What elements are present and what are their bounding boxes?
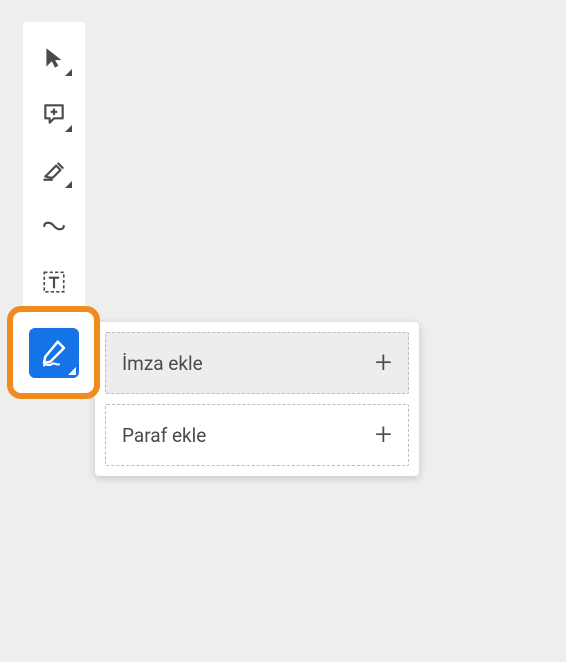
text-select-icon — [41, 269, 67, 295]
plus-icon: + — [375, 420, 392, 450]
option-label: İmza ekle — [122, 352, 203, 375]
text-select-tool[interactable] — [30, 258, 78, 306]
draw-tool[interactable] — [30, 202, 78, 250]
highlight-tool[interactable] — [30, 146, 78, 194]
expand-corner-icon — [65, 69, 72, 76]
sign-tool[interactable] — [29, 328, 79, 378]
vertical-toolbar — [23, 22, 85, 318]
option-label: Paraf ekle — [122, 424, 206, 447]
cursor-icon — [41, 45, 67, 71]
expand-corner-icon — [68, 367, 76, 375]
freehand-icon — [41, 213, 67, 239]
pen-sign-icon — [39, 338, 69, 368]
comment-tool[interactable] — [30, 90, 78, 138]
add-initials-option[interactable]: Paraf ekle + — [105, 404, 409, 466]
highlighter-icon — [41, 157, 67, 183]
comment-icon — [41, 101, 67, 127]
add-signature-option[interactable]: İmza ekle + — [105, 332, 409, 394]
select-tool[interactable] — [30, 34, 78, 82]
sign-tool-highlight — [7, 306, 100, 399]
expand-corner-icon — [65, 125, 72, 132]
sign-popover: İmza ekle + Paraf ekle + — [95, 322, 419, 476]
expand-corner-icon — [65, 181, 72, 188]
plus-icon: + — [375, 348, 392, 378]
